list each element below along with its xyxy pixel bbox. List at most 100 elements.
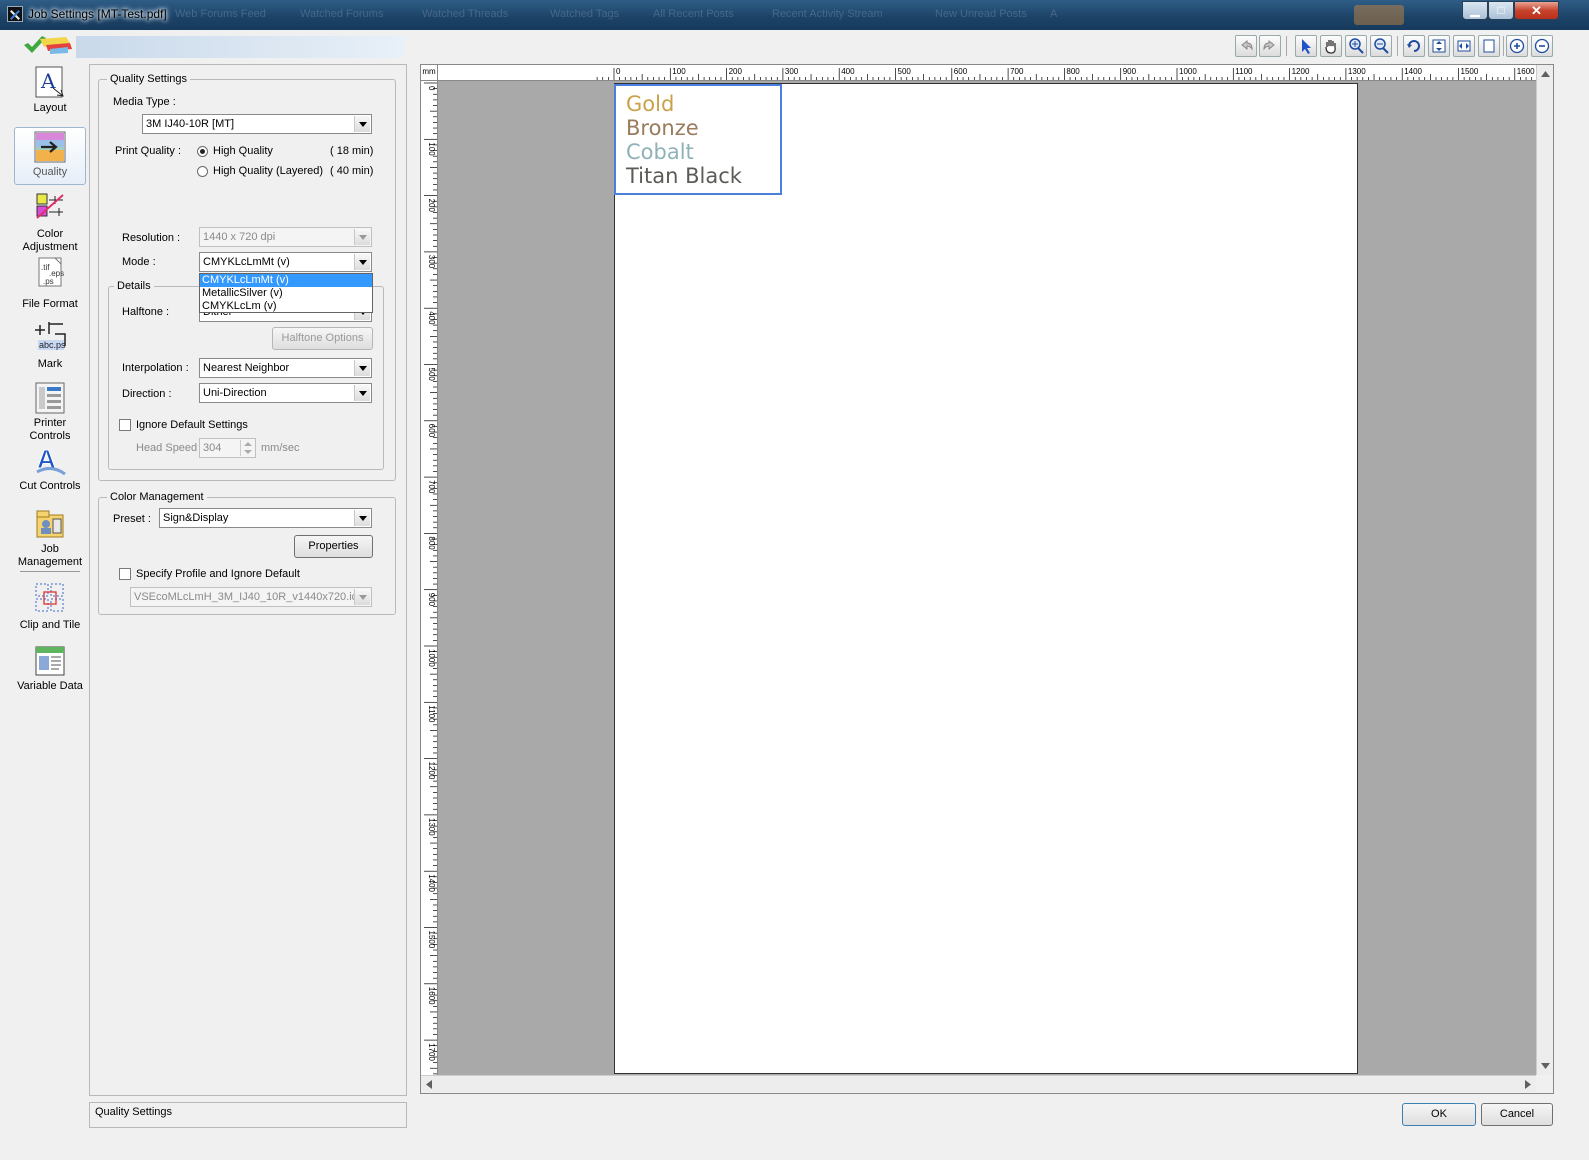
quality-settings-title: Quality Settings (107, 73, 191, 85)
fit-height-icon[interactable] (1428, 35, 1450, 57)
head-speed-label: Head Speed (136, 442, 198, 454)
mode-option[interactable]: MetallicSilver (v) (200, 287, 372, 300)
sidebar-item-label: File Format (22, 298, 78, 310)
sidebar-item-label: Printer Controls (29, 417, 71, 442)
toolbar-separator (1286, 36, 1287, 56)
hand-pan-icon[interactable] (1320, 35, 1342, 57)
plus-icon[interactable] (1506, 35, 1528, 57)
direction-select[interactable]: Uni-Direction (199, 383, 372, 403)
fit-page-icon[interactable] (1478, 35, 1500, 57)
resolution-select[interactable]: 1440 x 720 dpi (199, 227, 372, 247)
ruler-label: 300 (427, 255, 436, 269)
high-quality-radio[interactable] (197, 146, 208, 157)
ruler-label: 1200 (427, 762, 436, 780)
ignore-default-settings-checkbox[interactable] (119, 419, 131, 431)
sidebar-item-label: Job Management (17, 543, 83, 568)
ruler-label: 100 (672, 67, 686, 76)
chevron-down-icon (354, 385, 370, 401)
ruler-label: 1200 (1292, 67, 1310, 76)
sidebar-item-printer-controls[interactable]: Printer Controls (14, 381, 86, 443)
layout-icon: A (33, 66, 67, 100)
ruler-label: 900 (427, 593, 436, 607)
select-arrow-icon[interactable] (1295, 35, 1317, 57)
properties-button[interactable]: Properties (294, 535, 373, 558)
high-quality-label: High Quality (213, 145, 273, 157)
sidebar-item-color-adjustment[interactable]: Color Adjustment (14, 192, 86, 254)
minus-icon[interactable] (1531, 35, 1553, 57)
header-band (76, 36, 404, 58)
sidebar-item-job-management[interactable]: Job Management (14, 507, 86, 569)
halftone-options-button[interactable]: Halftone Options (272, 327, 373, 350)
mode-dropdown-list: CMYKLcLmMt (v) MetallicSilver (v) CMYKLc… (199, 273, 373, 313)
artwork-selection[interactable]: Gold Bronze Cobalt Titan Black (614, 84, 782, 195)
media-type-label: Media Type : (113, 96, 176, 108)
ruler-label: 700 (427, 480, 436, 494)
sidebar-item-label: Mark (37, 358, 63, 370)
file-format-icon: .tif .eps .ps (33, 256, 67, 290)
specify-profile-checkbox[interactable] (119, 568, 131, 580)
background-tab: Watched Threads (422, 8, 509, 20)
sidebar-item-variable-data[interactable]: Variable Data (14, 644, 86, 693)
resolution-label: Resolution : (122, 232, 181, 244)
job-management-icon (33, 507, 67, 541)
svg-text:A: A (40, 69, 56, 93)
media-type-select[interactable]: 3M IJ40-10R [MT] (142, 114, 372, 134)
profile-select[interactable]: VSEcoMLcLmH_3M_IJ40_10R_v1440x720.icc (130, 587, 372, 607)
print-quality-label: Print Quality : (115, 145, 182, 157)
minimize-button[interactable]: ▁ (1462, 1, 1488, 20)
vertical-scrollbar[interactable] (1536, 65, 1553, 1075)
clip-tile-icon (33, 581, 67, 615)
chevron-down-icon (354, 254, 370, 270)
ruler-label: 600 (427, 424, 436, 438)
sidebar-item-quality[interactable]: Quality (14, 127, 86, 185)
sidebar-item-layout[interactable]: A Layout (14, 66, 86, 115)
high-quality-layered-radio[interactable] (197, 166, 208, 177)
spin-arrows-icon (240, 440, 254, 456)
sidebar-item-file-format[interactable]: .tif .eps .ps File Format (14, 256, 86, 311)
artwork-line: Titan Black (626, 164, 742, 188)
artwork-line: Cobalt (626, 140, 694, 164)
zoom-in-icon[interactable] (1345, 35, 1367, 57)
preset-select[interactable]: Sign&Display (159, 508, 372, 528)
ruler-label: 1500 (1461, 67, 1479, 76)
sidebar-item-cut-controls[interactable]: A Cut Controls (14, 444, 86, 493)
sidebar-item-label: Quality (32, 166, 68, 178)
interpolation-select[interactable]: Nearest Neighbor (199, 358, 372, 378)
zoom-out-icon[interactable] (1370, 35, 1392, 57)
status-text: Quality Settings (95, 1106, 173, 1118)
ruler-label: 500 (427, 368, 436, 382)
preset-label: Preset : (113, 513, 151, 525)
ok-button[interactable]: OK (1402, 1103, 1476, 1126)
ruler-label: 0 (427, 86, 436, 91)
mode-option[interactable]: CMYKLcLmMt (v) (200, 274, 372, 287)
app-logo (20, 35, 74, 57)
maximize-button[interactable]: □ (1488, 1, 1514, 20)
cancel-button[interactable]: Cancel (1481, 1103, 1553, 1126)
background-search-button (1354, 5, 1404, 25)
ignore-default-settings-label: Ignore Default Settings (136, 419, 248, 431)
ruler-label: 1300 (427, 818, 436, 836)
toolbar-separator (1503, 36, 1504, 56)
undo-icon[interactable] (1235, 35, 1257, 57)
horizontal-scrollbar[interactable] (421, 1075, 1536, 1092)
ruler-label: 1400 (427, 874, 436, 892)
sidebar-item-mark[interactable]: abc.ps Mark (14, 318, 86, 371)
ruler-label: 300 (785, 67, 799, 76)
rotate-icon[interactable] (1403, 35, 1425, 57)
interpolation-label: Interpolation : (122, 362, 189, 374)
chevron-down-icon (354, 360, 370, 376)
close-button[interactable]: ✕ (1514, 1, 1559, 20)
fit-width-icon[interactable] (1453, 35, 1475, 57)
resolution-value: 1440 x 720 dpi (203, 231, 276, 243)
mode-select[interactable]: CMYKLcLmMt (v) (199, 252, 372, 272)
ruler-label: 600 (954, 67, 968, 76)
sidebar-item-clip-and-tile[interactable]: Clip and Tile (14, 581, 86, 632)
sidebar-item-label: Color Adjustment (22, 228, 78, 253)
window-title: Job Settings [MT-Test.pdf] (28, 7, 167, 21)
ruler-label: 1400 (1404, 67, 1422, 76)
ruler-left: 0 100 200 300 400 500 600 700 800 900 1000 1100 1200… (421, 81, 438, 1075)
redo-icon[interactable] (1259, 35, 1281, 57)
head-speed-stepper[interactable]: 304 (199, 438, 256, 458)
background-tab: New Unread Posts (935, 8, 1027, 20)
mode-option[interactable]: CMYKLcLm (v) (200, 300, 372, 313)
